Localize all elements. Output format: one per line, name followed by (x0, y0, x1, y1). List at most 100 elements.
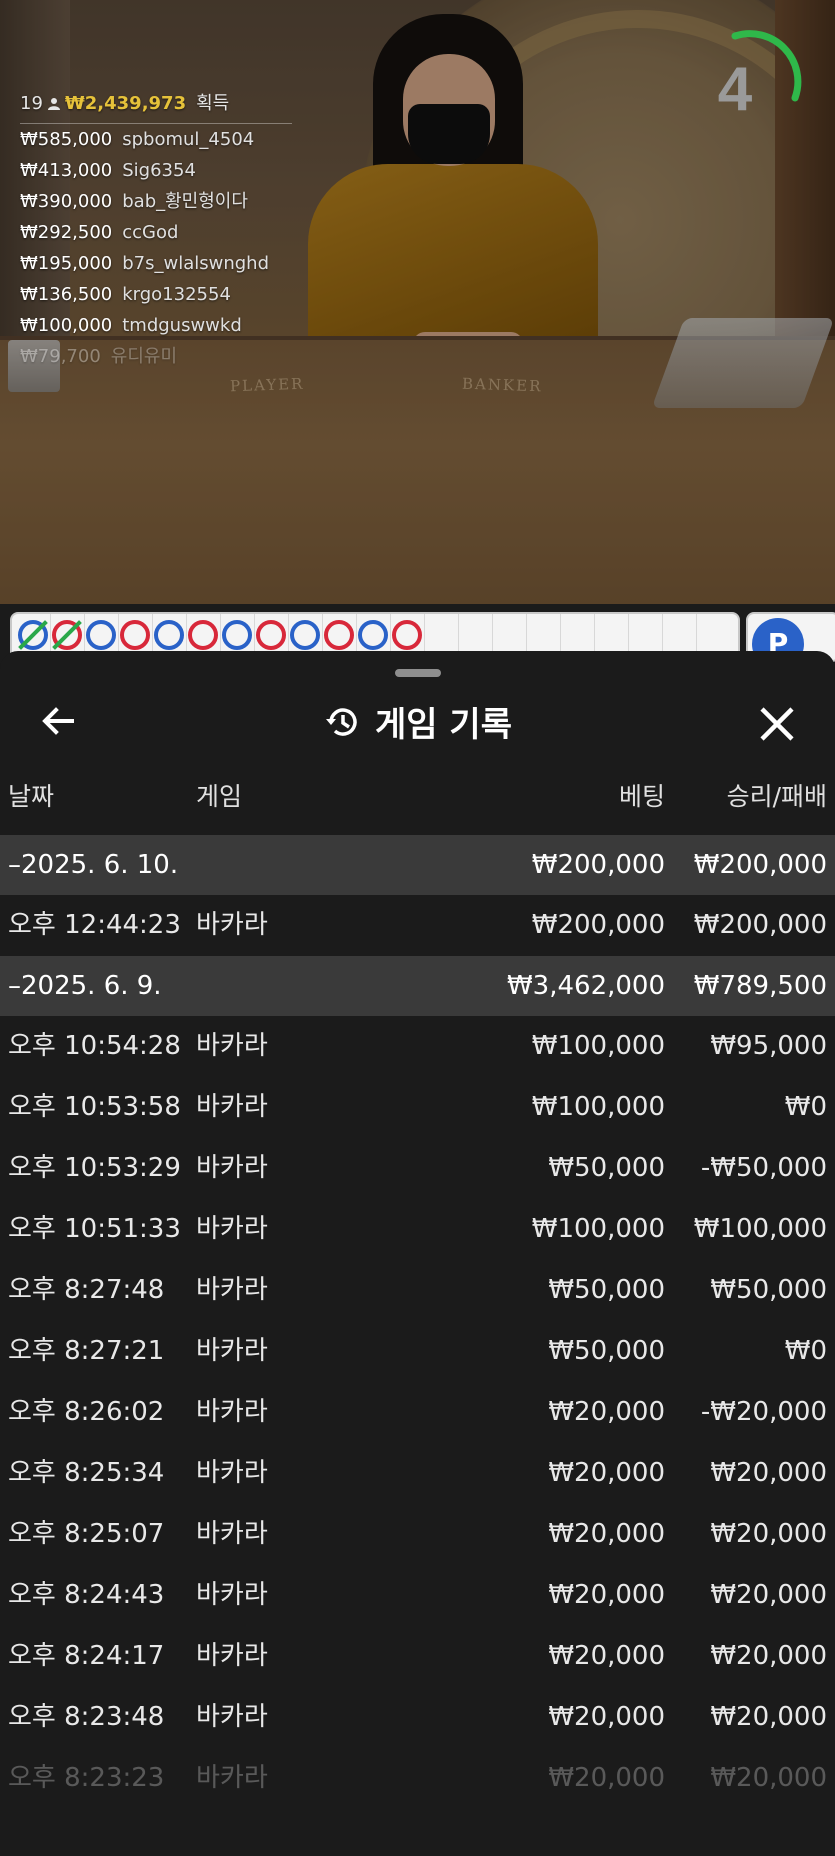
row-game: 바카라 (196, 1092, 268, 1122)
date-group-row[interactable]: –2025. 6. 10. ₩200,000 ₩200,000 (0, 835, 835, 895)
road-bead-banker (188, 620, 218, 650)
winner-amount: ₩413,000 (20, 160, 113, 181)
row-game: 바카라 (196, 1214, 268, 1244)
road-bead-player (290, 620, 320, 650)
row-bet: ₩50,000 (548, 1275, 665, 1305)
row-winloss: ₩0 (784, 1336, 827, 1366)
column-game: 게임 (196, 782, 243, 811)
winner-row: ₩585,000 spbomul_4504 (20, 124, 292, 155)
row-game: 바카라 (196, 1031, 268, 1061)
winner-row: ₩413,000 Sig6354 (20, 155, 292, 186)
history-row[interactable]: 오후 8:24:17 바카라 ₩20,000 ₩20,000 (0, 1626, 835, 1687)
row-bet: ₩20,000 (548, 1763, 665, 1793)
group-bet-total: ₩3,462,000 (506, 971, 665, 1001)
row-game: 바카라 (196, 1519, 268, 1549)
winner-amount: ₩79,700 (20, 346, 101, 367)
row-winloss: ₩50,000 (710, 1275, 827, 1305)
history-row[interactable]: 오후 10:53:58 바카라 ₩100,000 ₩0 (0, 1077, 835, 1138)
history-row[interactable]: 오후 8:27:48 바카라 ₩50,000 ₩50,000 (0, 1260, 835, 1321)
winners-count: 19 (20, 93, 43, 114)
row-bet: ₩50,000 (548, 1153, 665, 1183)
winner-amount: ₩195,000 (20, 253, 113, 274)
column-date: 날짜 (8, 782, 55, 811)
winner-name: tmdguswwkd (122, 315, 242, 336)
history-icon (326, 707, 357, 736)
history-row[interactable]: 오후 8:27:21 바카라 ₩50,000 ₩0 (0, 1321, 835, 1382)
winner-row: ₩79,700 유디유미 (20, 341, 292, 372)
row-game: 바카라 (196, 1336, 268, 1366)
history-row[interactable]: 오후 8:23:48 바카라 ₩20,000 ₩20,000 (0, 1687, 835, 1748)
winners-total: ₩2,439,973 (64, 93, 187, 114)
group-date: –2025. 6. 10. (8, 850, 179, 880)
winner-name: ccGod (122, 222, 179, 243)
close-icon (760, 707, 794, 741)
sheet-title: 게임 기록 (375, 705, 512, 745)
sheet-drag-handle[interactable] (395, 669, 441, 677)
row-winloss: ₩20,000 (710, 1580, 827, 1610)
row-game: 바카라 (196, 1702, 268, 1732)
row-time: 오후 8:23:23 (8, 1763, 165, 1793)
row-time: 오후 10:53:58 (8, 1092, 181, 1122)
countdown-timer: 4 (700, 28, 810, 138)
winner-amount: ₩390,000 (20, 191, 113, 212)
winner-rows: ₩585,000 spbomul_4504 ₩413,000 Sig6354 ₩390,… (20, 124, 292, 372)
winner-name: spbomul_4504 (122, 129, 255, 150)
row-time: 오후 8:25:34 (8, 1458, 165, 1488)
close-button[interactable] (752, 699, 802, 749)
row-game: 바카라 (196, 1397, 268, 1427)
history-row[interactable]: 오후 10:53:29 바카라 ₩50,000 -₩50,000 (0, 1138, 835, 1199)
row-winloss: ₩20,000 (710, 1519, 827, 1549)
history-row[interactable]: 오후 8:24:43 바카라 ₩20,000 ₩20,000 (0, 1565, 835, 1626)
winner-name: 유디유미 (110, 346, 178, 367)
history-row[interactable]: 오후 8:25:34 바카라 ₩20,000 ₩20,000 (0, 1443, 835, 1504)
winners-list: 19 ₩2,439,973 획득 ₩585,000 spbomul_4504 ₩41… (20, 88, 292, 372)
row-bet: ₩20,000 (548, 1702, 665, 1732)
row-winloss: -₩20,000 (700, 1397, 827, 1427)
row-game: 바카라 (196, 910, 268, 940)
row-time: 오후 8:27:21 (8, 1336, 165, 1366)
winner-row: ₩292,500 ccGod (20, 217, 292, 248)
history-table: –2025. 6. 10. ₩200,000 ₩200,000 오후 12:44:23… (0, 835, 835, 1809)
row-winloss: ₩100,000 (693, 1214, 827, 1244)
row-winloss: ₩95,000 (710, 1031, 827, 1061)
row-game: 바카라 (196, 1275, 268, 1305)
road-bead-player (86, 620, 116, 650)
road-bead-player (222, 620, 252, 650)
winner-name: krgo132554 (122, 284, 231, 305)
road-bead-player (358, 620, 388, 650)
history-row[interactable]: 오후 10:54:28 바카라 ₩100,000 ₩95,000 (0, 1016, 835, 1077)
row-bet: ₩100,000 (531, 1214, 665, 1244)
history-row[interactable]: 오후 12:44:23 바카라 ₩200,000 ₩200,000 (0, 895, 835, 956)
row-bet: ₩100,000 (531, 1092, 665, 1122)
winners-suffix: 획득 (196, 93, 230, 114)
row-time: 오후 8:23:48 (8, 1702, 165, 1732)
history-row[interactable]: 오후 8:23:23 바카라 ₩20,000 ₩20,000 (0, 1748, 835, 1809)
row-winloss: ₩200,000 (693, 910, 827, 940)
row-time: 오후 8:25:07 (8, 1519, 165, 1549)
row-bet: ₩20,000 (548, 1580, 665, 1610)
group-winloss-total: ₩789,500 (693, 971, 827, 1001)
row-bet: ₩20,000 (548, 1458, 665, 1488)
row-winloss: ₩20,000 (710, 1641, 827, 1671)
winner-row: ₩195,000 b7s_wlalswnghd (20, 248, 292, 279)
group-bet-total: ₩200,000 (531, 850, 665, 880)
history-row[interactable]: 오후 8:25:07 바카라 ₩20,000 ₩20,000 (0, 1504, 835, 1565)
winner-amount: ₩100,000 (20, 315, 113, 336)
winner-row: ₩136,500 krgo132554 (20, 279, 292, 310)
row-game: 바카라 (196, 1458, 268, 1488)
date-group-row[interactable]: –2025. 6. 9. ₩3,462,000 ₩789,500 (0, 956, 835, 1016)
row-winloss: -₩50,000 (700, 1153, 827, 1183)
winner-row: ₩390,000 bab_황민형이다 (20, 186, 292, 217)
winner-amount: ₩585,000 (20, 129, 113, 150)
column-bet: 베팅 (618, 782, 665, 811)
row-time: 오후 8:24:43 (8, 1580, 165, 1610)
winner-row: ₩100,000 tmdguswwkd (20, 310, 292, 341)
person-icon (47, 97, 60, 110)
history-row[interactable]: 오후 10:51:33 바카라 ₩100,000 ₩100,000 (0, 1199, 835, 1260)
history-row[interactable]: 오후 8:26:02 바카라 ₩20,000 -₩20,000 (0, 1382, 835, 1443)
row-bet: ₩20,000 (548, 1641, 665, 1671)
row-time: 오후 8:26:02 (8, 1397, 165, 1427)
row-time: 오후 10:54:28 (8, 1031, 181, 1061)
row-time: 오후 8:27:48 (8, 1275, 165, 1305)
row-game: 바카라 (196, 1153, 268, 1183)
